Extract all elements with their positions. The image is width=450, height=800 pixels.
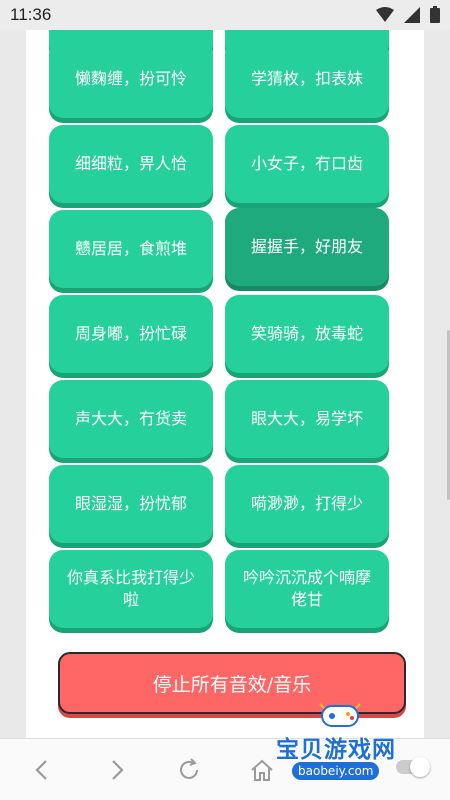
watermark-name: 宝贝游戏网	[276, 737, 396, 763]
soundboard-page: 懒麴缠，扮可怜 学猜枚，扣表妹 细细粒，畀人恰 小女子，冇口齿 戆居居，食煎堆 …	[26, 30, 424, 738]
sound-button[interactable]: 眼大大，易学坏	[225, 380, 389, 458]
gamepad-icon	[318, 700, 362, 734]
sound-button[interactable]: 懒麴缠，扮可怜	[49, 40, 213, 118]
reload-icon[interactable]	[176, 757, 202, 783]
sound-button[interactable]: 戆居居，食煎堆	[49, 210, 213, 288]
chevron-left-icon[interactable]	[30, 757, 56, 783]
watermark: 宝贝游戏网 baobeiy.com	[262, 700, 432, 790]
status-icons	[376, 6, 440, 23]
status-time: 11:36	[10, 5, 52, 24]
sound-button-active[interactable]: 握握手，好朋友	[225, 208, 389, 286]
battery-icon	[430, 6, 440, 23]
sound-button[interactable]: 吟吟沉沉成个喃摩佬甘	[225, 550, 389, 628]
sound-button[interactable]: 学猜枚，扣表妹	[225, 40, 389, 118]
sound-button[interactable]: 你真系比我打得少啦	[49, 550, 213, 628]
sound-button[interactable]: 笑骑骑，放毒蛇	[225, 295, 389, 373]
wifi-icon	[376, 6, 394, 23]
sound-button[interactable]: 周身嘟，扮忙碌	[49, 295, 213, 373]
sound-button[interactable]: 眼湿湿，扮忧郁	[49, 465, 213, 543]
status-bar: 11:36	[0, 0, 450, 30]
signal-icon	[404, 6, 420, 23]
sound-button[interactable]: 嗬渺渺，打得少	[225, 465, 389, 543]
sound-button[interactable]: 声大大，冇货卖	[49, 380, 213, 458]
chevron-right-icon[interactable]	[103, 757, 129, 783]
watermark-url: baobeiy.com	[292, 762, 380, 780]
sound-button[interactable]: 细细粒，畀人恰	[49, 125, 213, 203]
sound-button[interactable]: 小女子，冇口齿	[225, 125, 389, 203]
